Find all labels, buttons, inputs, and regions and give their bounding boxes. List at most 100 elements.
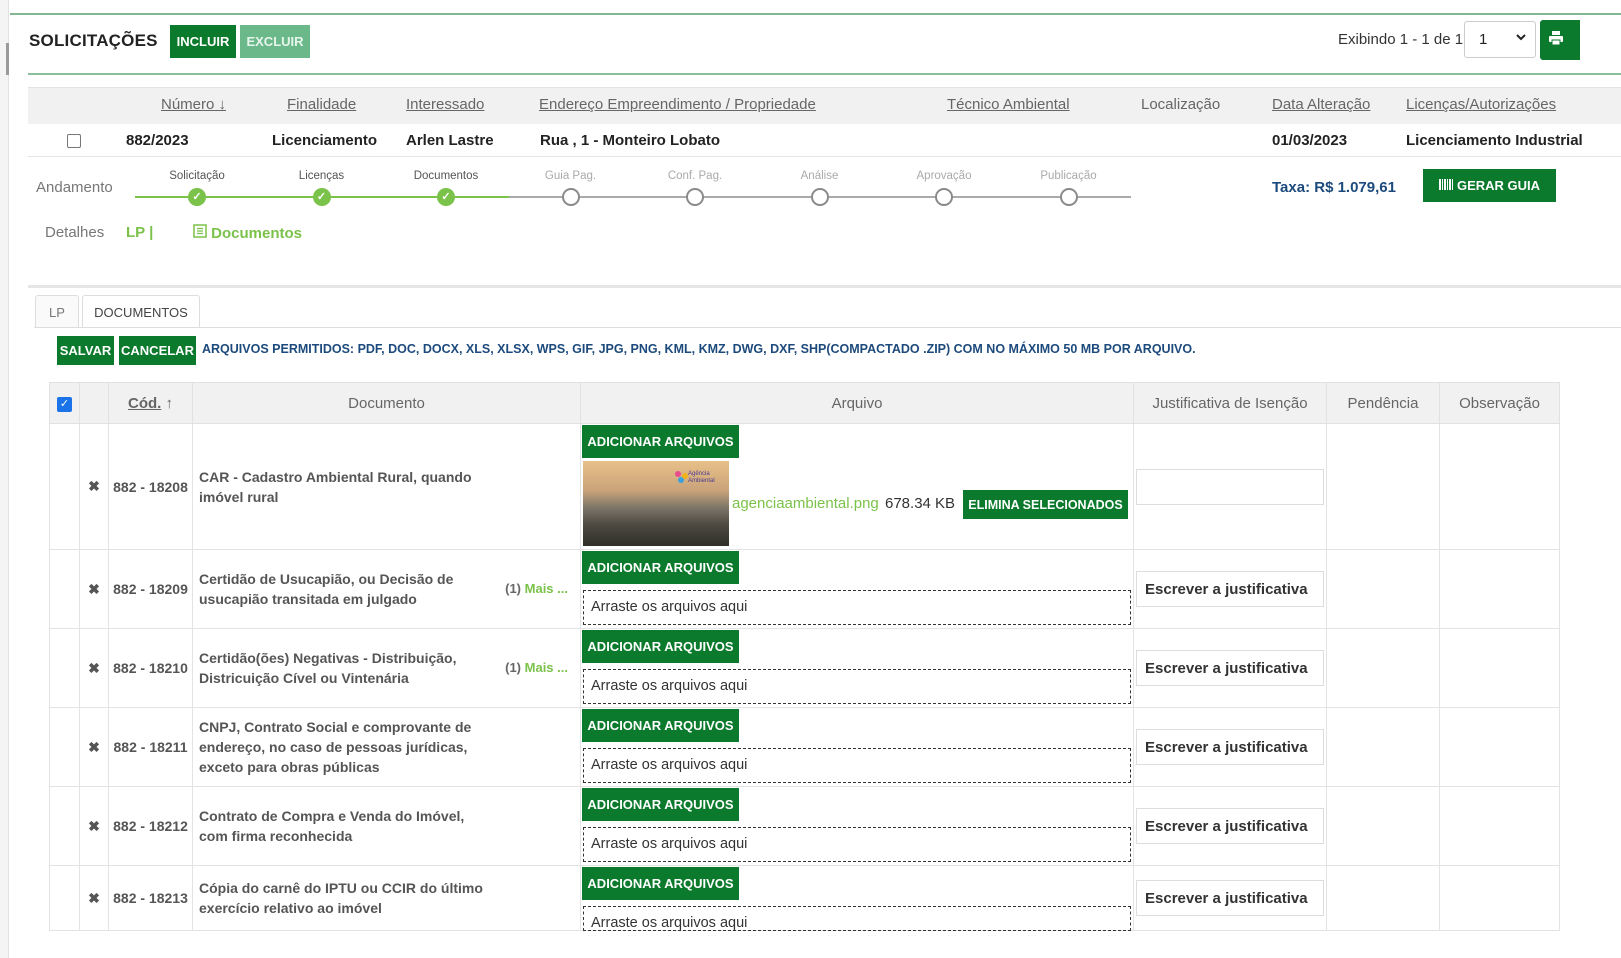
cancelar-button[interactable]: CANCELAR [119,336,196,365]
mais-link[interactable]: (1) Mais ... [505,579,568,599]
cell-justificativa: Escrever a justificativa [1133,865,1327,931]
col-licencas[interactable]: Licenças/Autorizações [1406,96,1556,113]
justificativa-input[interactable]: Escrever a justificativa [1136,880,1324,916]
delete-x-icon[interactable]: ✖ [79,865,109,931]
cell-cod: 882 - 18208 [108,423,193,550]
details-lp-link[interactable]: LP | [126,224,153,241]
step-label: Licenças [298,170,345,182]
step-label: Publicação [1040,170,1097,182]
mais-count: (1) [505,660,522,675]
col-numero-label: Número [161,96,215,113]
documento-name: Cópia do carnê do IPTU ou CCIR do último… [199,880,483,916]
delete-x-icon[interactable]: ✖ [79,786,109,866]
col-data-alteracao[interactable]: Data Alteração [1272,96,1370,113]
adicionar-arquivos-button[interactable]: ADICIONAR ARQUIVOS [582,630,739,663]
file-dropzone[interactable]: Arraste os arquivos aqui [583,748,1131,783]
col-cod[interactable]: Cód. ↑ [108,382,193,424]
col-arquivo: Arquivo [580,382,1134,424]
col-tecnico[interactable]: Técnico Ambiental [947,96,1070,113]
row-select-cell [49,628,80,708]
salvar-button[interactable]: SALVAR [57,336,114,365]
tab-lp[interactable]: LP [35,295,79,327]
justificativa-input[interactable]: Escrever a justificativa [1136,650,1324,686]
adicionar-arquivos-button[interactable]: ADICIONAR ARQUIVOS [582,709,739,742]
file-dropzone[interactable]: Arraste os arquivos aqui [583,590,1131,625]
cell-justificativa: Escrever a justificativa [1133,549,1327,629]
cell-documento: CNPJ, Contrato Social e comprovante de e… [192,707,581,787]
cell-justificativa: Escrever a justificativa [1133,786,1327,866]
documento-name: Contrato de Compra e Venda do Imóvel, co… [199,808,465,844]
step-label: Solicitação [169,170,225,182]
documento-name: CAR - Cadastro Ambiental Rural, quando i… [199,468,472,505]
justificativa-input[interactable]: Escrever a justificativa [1136,808,1324,844]
cell-arquivo: ADICIONAR ARQUIVOS Arraste os arquivos a… [580,628,1134,708]
sort-down-icon: ↓ [218,96,227,113]
cell-observacao [1439,549,1560,629]
step-done-check-icon: ✓ [188,188,206,206]
delete-x-icon[interactable]: ✖ [79,628,109,708]
collapse-handle[interactable] [6,43,9,75]
row-select-cell [49,549,80,629]
cell-documento: Contrato de Compra e Venda do Imóvel, co… [192,786,581,866]
file-dropzone[interactable]: Arraste os arquivos aqui [583,906,1131,931]
step-label: Conf. Pag. [667,170,723,182]
justificativa-input[interactable] [1136,468,1324,505]
adicionar-arquivos-button[interactable]: ADICIONAR ARQUIVOS [582,867,739,900]
col-numero[interactable]: Número ↓ [161,96,226,113]
cell-observacao [1439,865,1560,931]
adicionar-arquivos-button[interactable]: ADICIONAR ARQUIVOS [582,425,739,458]
elimina-selecionados-button[interactable]: ELIMINA SELECIONADOS [963,490,1128,519]
justificativa-input[interactable]: Escrever a justificativa [1136,729,1324,765]
col-localizacao: Localização [1141,96,1221,113]
thumbnail-logo-text: Agência Ambiental [688,471,715,484]
col-interessado[interactable]: Interessado [406,96,484,113]
cell-pendencia [1326,865,1440,931]
details-documentos-link[interactable]: Documentos [193,224,302,242]
col-justificativa: Justificativa de Isenção [1133,382,1327,424]
cell-pendencia [1326,786,1440,866]
cell-documento: Certidão(ões) Negativas - Distribuição, … [192,628,581,708]
file-dropzone[interactable]: Arraste os arquivos aqui [583,669,1131,704]
col-cod-label: Cód. [128,394,162,412]
list-icon [193,224,211,242]
row-select-cell [49,865,80,931]
mais-link[interactable]: (1) Mais ... [505,658,568,678]
gerar-guia-button[interactable]: GERAR GUIA [1423,169,1556,202]
cell-pendencia [1326,423,1440,550]
left-rail [0,0,9,958]
page-title: SOLICITAÇÕES [29,31,158,50]
select-all-checkbox[interactable]: ✓ [57,397,72,412]
file-thumbnail[interactable]: Agência Ambiental [583,461,729,546]
col-finalidade[interactable]: Finalidade [287,96,356,113]
incluir-button[interactable]: INCLUIR [170,25,236,58]
row-select-cell [49,707,80,787]
sort-up-icon: ↑ [165,394,174,412]
step-label: Análise [800,170,839,182]
step-label: Documentos [413,170,479,182]
cell-arquivo: ADICIONAR ARQUIVOS Arraste os arquivos a… [580,707,1134,787]
file-dropzone[interactable]: Arraste os arquivos aqui [583,827,1131,862]
delete-x-icon[interactable]: ✖ [79,549,109,629]
file-name-link[interactable]: agenciaambiental.png [732,495,879,512]
thumbnail-logo: Agência Ambiental [675,469,719,487]
table-row: ✖ 882 - 18208 CAR - Cadastro Ambiental R… [49,423,1560,550]
page-select[interactable]: 1 [1464,21,1536,58]
step-pending-circle-icon [561,188,580,206]
step-pending-circle-icon [810,188,829,206]
justificativa-input[interactable]: Escrever a justificativa [1136,571,1324,607]
col-pendencia: Pendência [1326,382,1440,424]
tab-documentos[interactable]: DOCUMENTOS [82,295,200,328]
cell-arquivo: ADICIONAR ARQUIVOS Arraste os arquivos a… [580,865,1134,931]
cell-numero: 882/2023 [126,132,189,149]
cell-interessado: Arlen Lastre [406,132,494,149]
chevron-down-icon [1515,31,1527,46]
excluir-button[interactable]: EXCLUIR [240,25,310,58]
delete-x-icon[interactable]: ✖ [79,423,109,550]
table-row[interactable]: 882/2023 Licenciamento Arlen Lastre Rua … [28,124,1621,157]
adicionar-arquivos-button[interactable]: ADICIONAR ARQUIVOS [582,551,739,584]
row-checkbox[interactable] [67,134,81,148]
adicionar-arquivos-button[interactable]: ADICIONAR ARQUIVOS [582,788,739,821]
col-endereco[interactable]: Endereço Empreendimento / Propriedade [539,96,816,113]
print-button[interactable] [1540,20,1580,60]
delete-x-icon[interactable]: ✖ [79,707,109,787]
